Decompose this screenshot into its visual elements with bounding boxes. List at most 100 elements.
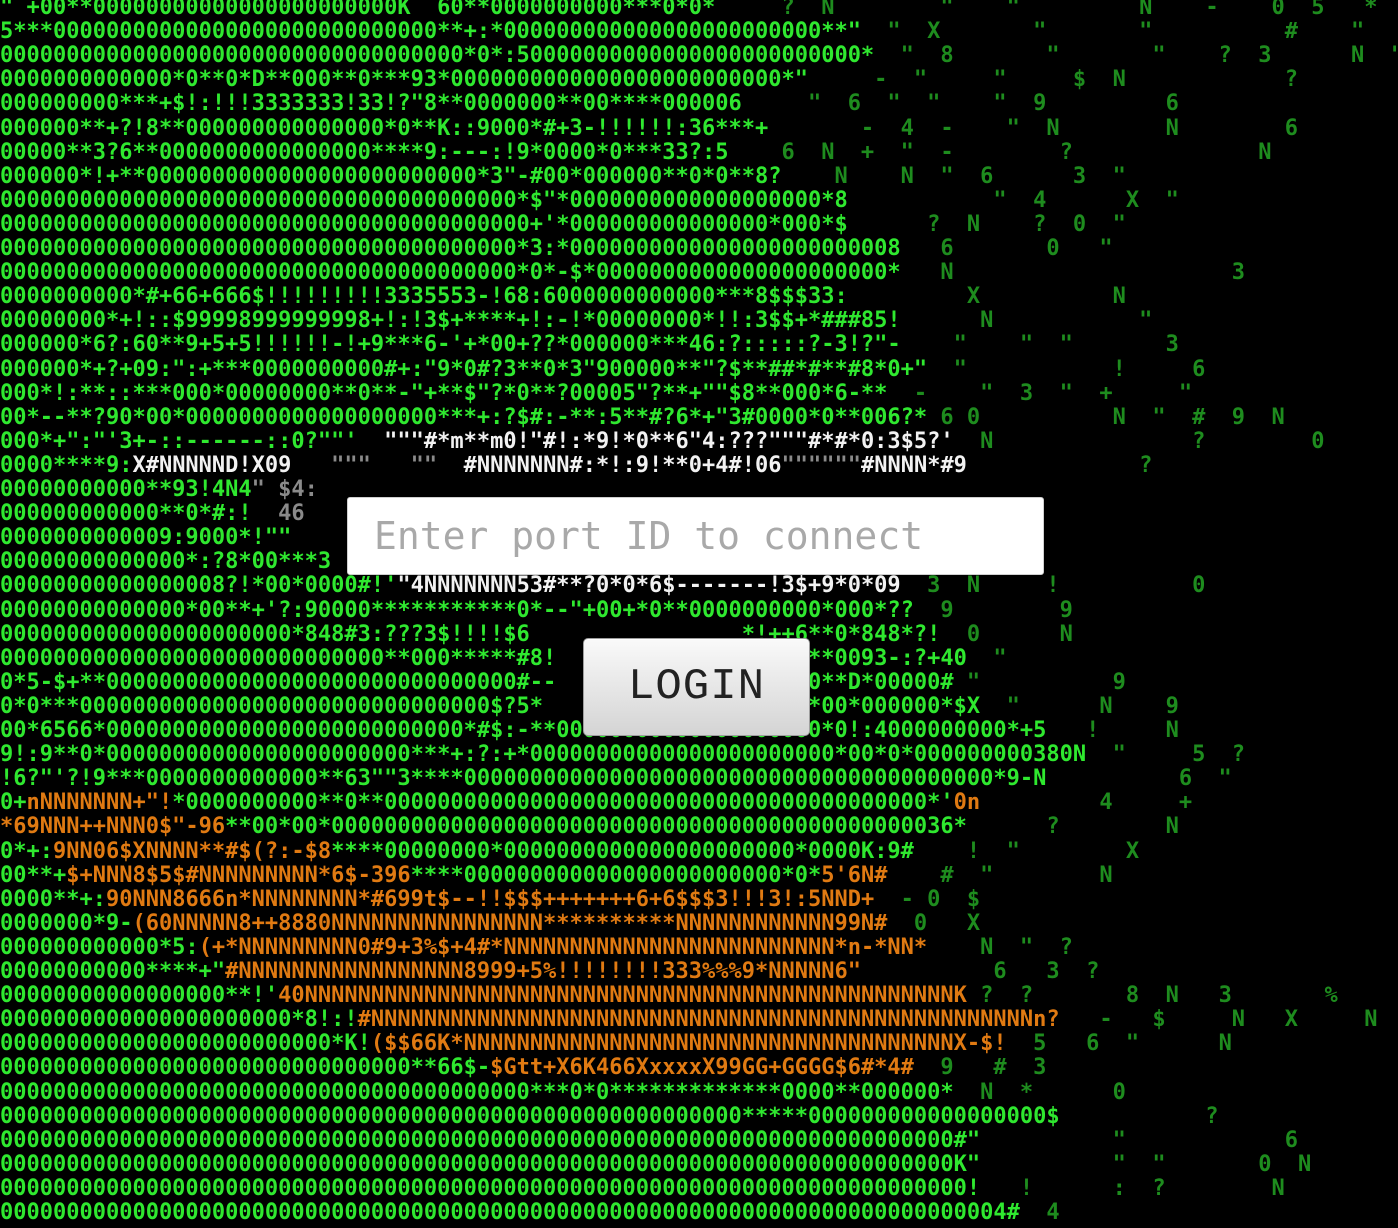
ascii-art-segment: N 3 [900,260,1246,285]
ascii-art-segment: 0 X [887,911,981,936]
ascii-art-segment: !6?"'?!9***0000000000000**63""3****00000… [0,766,1047,791]
ascii-art-segment: 000000000000000000000000000000000000000*… [0,188,848,213]
ascii-art-line: 0000****9:X#NNNNND!X09 """ "" #NNNNNNN#:… [0,454,1152,478]
ascii-art-segment: 6 0 " [900,236,1113,261]
ascii-art-segment: 000000*+?+09:":+***0000000000#+:"9*0#?3*… [0,357,928,382]
ascii-art-segment: 000000000000*5: [0,935,199,960]
ascii-art-segment: 9!:9**0*00000000000000000000000***+:?:+*… [0,742,1087,767]
ascii-art-segment: 0000000000000*0**0*D**000**0***93*000000… [0,67,808,92]
ascii-art-segment: #NNNN*#9 [860,453,967,478]
ascii-art-segment: 4 [1019,1200,1060,1225]
ascii-art-segment: "4NNNNNNN53#**?0*0*6$-------!3$+9*0*09 [397,573,901,598]
ascii-art-segment: 0000000000000000000000000*K! [0,1031,371,1056]
ascii-art-line: 0000000*9-(60NNNNN8++8880NNNNNNNNNNNNNNN… [0,912,980,936]
ascii-art-line: 000000**+?!8**000000000000000*0**K::9000… [0,117,1298,141]
ascii-art-segment: #NNNNNNN#:*!:9!**0+4#!06 [463,453,782,478]
ascii-art-line: 000000000000000000000000000000000000000*… [0,189,1179,213]
ascii-art-segment: 0+ [0,790,27,815]
ascii-art-line: 0000000000000000000000*848#3:???3$!!!!$6… [0,623,1073,647]
login-screen: " +00**00000000000000000000000K 60**0000… [0,0,1398,1228]
ascii-art-segment: ? N ? 0 " [847,212,1126,237]
ascii-art-segment: 00000000000000000000000000000000000*0*:5… [0,43,875,68]
ascii-art-segment: " " 0 N [980,1152,1312,1177]
ascii-art-line: 0*5-$+**0000000000000000000000000000000#… [0,671,1126,695]
ascii-art-segment: 0*5-$+**0000000000000000000000000000000#… [0,670,954,695]
ascii-art-segment: " 4 X " [847,188,1179,213]
ascii-art-segment: nNNNNNNN+"! [26,790,173,815]
ascii-art-segment: ? N " " N - 0 5 * [715,0,1378,20]
ascii-art-segment: - $ N X N [1059,1007,1378,1032]
port-id-input[interactable] [347,497,1044,575]
ascii-art-line: 00000000000000000**!'40NNNNNNNNNNNNNNNNN… [0,984,1338,1008]
ascii-art-segment: 0000000000000000000000000000000000000000… [0,1104,1060,1129]
ascii-art-segment: ****000000000000000000000000*0* [410,863,822,888]
ascii-art-segment: " [966,646,1007,671]
ascii-art-segment: $+NNN8$5$#NNNNNNNNN*6$-396 [66,863,411,888]
ascii-art-line: 0000000000000000000000000*K!($$66K*NNNNN… [0,1032,1232,1056]
ascii-art-line: 000000*!+**0000000000000000000000000*3"-… [0,165,1126,189]
ascii-art-line: 0000000000000000000000000000000000000000… [0,1105,1219,1129]
ascii-art-segment: 40NNNNNNNNNNNNNNNNNNNNNNNNNNNNNNNNNNNNNN… [278,983,967,1008]
ascii-art-segment: N N " 6 3 " [781,164,1126,189]
ascii-art-segment: 00000000000****+" [0,959,226,984]
ascii-art-segment: 0*+: [0,839,53,864]
ascii-art-segment: 0000000*9- [0,911,133,936]
ascii-art-segment: 0000000000000000000000000000000**66$- [0,1055,491,1080]
ascii-art-segment: 0000000000000000000000000000000000000000… [0,212,848,237]
login-button[interactable]: LOGIN [583,638,810,736]
ascii-art-segment: (60NNNNN8++8880NNNNNNNNNNNNNNNN*********… [132,911,888,936]
ascii-art-segment: - " 3 " + " [887,381,1193,406]
ascii-art-segment: """#*m**m0!"#!:*9!*0**6"4:???"""#*#*0:3$… [357,429,954,454]
ascii-art-segment: 000000000000000000000000000000000000000*… [0,260,901,285]
ascii-art-segment: X#NNNNND!X09 [132,453,292,478]
ascii-art-segment: 9NN06$XNNNN**#$(?:-$8 [52,839,332,864]
ascii-art-line: 000000*+?+09:":+***0000000000#+:"9*0#?3*… [0,358,1205,382]
ascii-art-segment: 00*--**?90*00*0000000000000000000***+:?$… [0,405,928,430]
ascii-art-segment: 000*!:**::***000*00000000**0**-"+**$"?*0… [0,381,888,406]
ascii-art-line: 9!:9**0*00000000000000000000000***+:?:+*… [0,743,1245,767]
ascii-art-line: 5***00000000000000000000000000000**+:*00… [0,20,1398,44]
ascii-art-segment: 6 0 N " # 9 N [927,405,1285,430]
ascii-art-segment: 0*0***0000000000000000000000000000000$?5… [0,694,981,719]
ascii-art-line: 0000**+:90NNN8666n*NNNNNNNN*#699t$--!!$$… [0,888,980,912]
ascii-art-segment: 00000000000000000000000000000**000*****#… [0,646,967,671]
ascii-art-segment: 0n [953,790,981,815]
ascii-art-line: 00000000000000*00**+'?:90000***********0… [0,599,1073,623]
ascii-art-segment: ? [966,453,1153,478]
ascii-art-segment: 00000000*+!::$99998999999998+!:!3$+****+… [0,308,901,333]
ascii-art-line: 0000000000000000000000000000000000000000… [0,1081,1126,1105]
ascii-art-segment: 3 N ! 0 [900,573,1206,598]
ascii-art-segment: """""" [781,453,861,478]
ascii-art-segment: N " [900,308,1153,333]
ascii-art-segment: 00**+ [0,863,67,888]
ascii-art-line: 0000000000000000000000000000000000000000… [0,1177,1285,1201]
ascii-art-line: 0*+:9NN06$XNNNN**#$(?:-$8****00000000*00… [0,840,1139,864]
ascii-art-segment: ? N [966,814,1179,839]
ascii-art-segment: N " ? [927,935,1073,960]
ascii-art-segment: #NNNNNNNNNNNNNNNNN8999+5%!!!!!!!!333%%%9… [225,959,861,984]
ascii-art-segment: 5***00000000000000000000000000000**+:*00… [0,19,861,44]
ascii-art-segment: X N [847,284,1126,309]
ascii-art-segment: 46 [251,501,305,526]
ascii-art-segment: 0000000000*#+66+666$!!!!!!!!!3335553-!68… [0,284,848,309]
ascii-art-line: 000000000000000000000000000000000000000*… [0,261,1245,285]
ascii-art-line: 0000000000000000000000000000000000000000… [0,1129,1298,1153]
ascii-art-segment: 0000000000000000000000000000000000000000… [0,1176,981,1201]
ascii-art-line: 0+nNNNNNNN+"!*0000000000**0**00000000000… [0,791,1192,815]
ascii-art-segment: **00*00*00000000000000000000000000000000… [225,814,967,839]
ascii-art-segment: 0000000000009:9000*!"" [0,525,292,550]
ascii-art-line: *69NNN++NNN0$"-96**00*00*000000000000000… [0,815,1179,839]
ascii-art-line: 00000**3?6**0000000000000000****9:---:!9… [0,141,1272,165]
ascii-art-segment: 0000****9: [0,453,133,478]
ascii-art-segment: ? ? 8 N 3 % [966,983,1338,1008]
ascii-art-segment: 00000000000000000**!' [0,983,279,1008]
ascii-art-segment: 000000*6?:60**9+5+5!!!!!!-!+9***6-'+*00+… [0,332,901,357]
ascii-art-segment: " $4: [251,477,318,502]
ascii-art-line: 000*!:**::***000*00000000**0**-"+**$"?*0… [0,382,1192,406]
ascii-art-segment: *69NNN++NNN0$"-96 [0,814,226,839]
ascii-art-segment: 00*6566*000000000000000000000000000*#$:-… [0,718,1047,743]
ascii-art-segment: " 6 " " " 9 6 [741,91,1179,116]
ascii-art-line: 000*+":"'3+-::------::0?""' """#*m**m0!"… [0,430,1325,454]
ascii-art-segment: #NNNNNNNNNNNNNNNNNNNNNNNNNNNNNNNNNNNNNNN… [357,1007,1060,1032]
ascii-art-segment: ($$66K*NNNNNNNNNNNNNNNNNNNNNNNNNNNNNNNNN… [370,1031,1007,1056]
